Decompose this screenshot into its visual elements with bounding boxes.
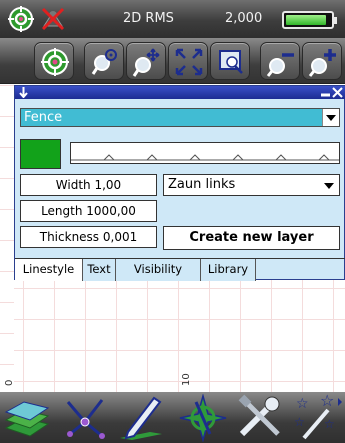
map-canvas[interactable]: 0 10	[4, 280, 345, 392]
layer-type-dropdown[interactable]: Fence	[20, 108, 340, 127]
line-style-preview[interactable]	[70, 142, 340, 164]
magic-wand-icon[interactable]: ☆ ☆ ☆ ☆	[290, 394, 344, 442]
fence-line-pattern	[71, 154, 339, 161]
tab-visibility[interactable]: Visibility	[116, 259, 201, 281]
battery-level	[286, 15, 326, 25]
status-bar: 2D RMS 2,000	[0, 0, 345, 38]
zoom-in-button[interactable]	[302, 42, 342, 80]
toolbar	[0, 38, 345, 84]
tab-text[interactable]: Text	[83, 259, 116, 281]
compass-icon[interactable]	[176, 394, 230, 442]
battery-icon	[282, 11, 337, 29]
layers-icon[interactable]	[2, 394, 56, 442]
draw-pencil-icon[interactable]	[114, 394, 168, 442]
tab-linestyle[interactable]: Linestyle	[15, 259, 83, 281]
layer-type-value: Fence	[24, 110, 63, 125]
map-canvas-left-edge[interactable]	[0, 85, 14, 392]
scale-text: 2,000	[225, 11, 263, 26]
expand-arrows-icon	[175, 48, 203, 76]
chevron-down-icon[interactable]	[321, 175, 339, 195]
zoom-out-icon	[266, 53, 294, 77]
tab-library[interactable]: Library	[201, 259, 256, 281]
svg-text:☆: ☆	[296, 396, 309, 412]
pan-icon	[132, 48, 160, 77]
svg-text:☆: ☆	[294, 415, 305, 429]
zoom-to-position-button[interactable]	[84, 42, 124, 80]
zoom-extents-button[interactable]	[168, 42, 208, 80]
svg-text:☆: ☆	[324, 417, 335, 431]
zoom-window-icon	[219, 50, 243, 74]
arrow-down-icon[interactable]	[18, 87, 29, 98]
gps-off-icon[interactable]	[40, 6, 66, 32]
target-icon	[41, 48, 69, 76]
svg-text:☆: ☆	[320, 394, 334, 410]
thickness-field[interactable]: Thickness 0,001	[20, 226, 157, 248]
axis-label-10: 10	[181, 373, 192, 386]
width-field[interactable]: Width 1,00	[20, 174, 157, 196]
center-target-button[interactable]	[34, 42, 74, 80]
fence-side-value: Zaun links	[168, 177, 236, 192]
zoom-out-button[interactable]	[260, 42, 300, 80]
chevron-down-icon[interactable]	[322, 109, 339, 126]
dialog-tabs: Linestyle Text Visibility Library	[15, 258, 345, 281]
dialog-title-bar	[15, 86, 345, 99]
zoom-window-button[interactable]	[210, 42, 250, 80]
minimize-close-icon[interactable]	[320, 87, 344, 98]
magnifier-target-icon	[91, 49, 117, 75]
network-icon[interactable]	[58, 394, 112, 442]
axis-label-0: 0	[4, 379, 15, 386]
create-new-layer-button[interactable]: Create new layer	[163, 226, 340, 250]
mode-text: 2D RMS	[123, 11, 174, 26]
tools-icon[interactable]	[234, 394, 288, 442]
line-color-swatch[interactable]	[20, 139, 61, 169]
target-icon[interactable]	[8, 6, 34, 32]
pan-button[interactable]	[126, 42, 166, 80]
app-window: 2D RMS 2,000 0 10 Fence Width 1,00 Lengt…	[0, 0, 345, 443]
fence-side-select[interactable]: Zaun links	[163, 174, 340, 196]
bottom-toolbar: ☆ ☆ ☆ ☆	[0, 392, 345, 443]
length-field[interactable]: Length 1000,00	[20, 200, 157, 222]
layer-dialog: Fence Width 1,00 Length 1000,00 Thicknes…	[14, 85, 345, 281]
zoom-in-icon	[308, 49, 336, 77]
